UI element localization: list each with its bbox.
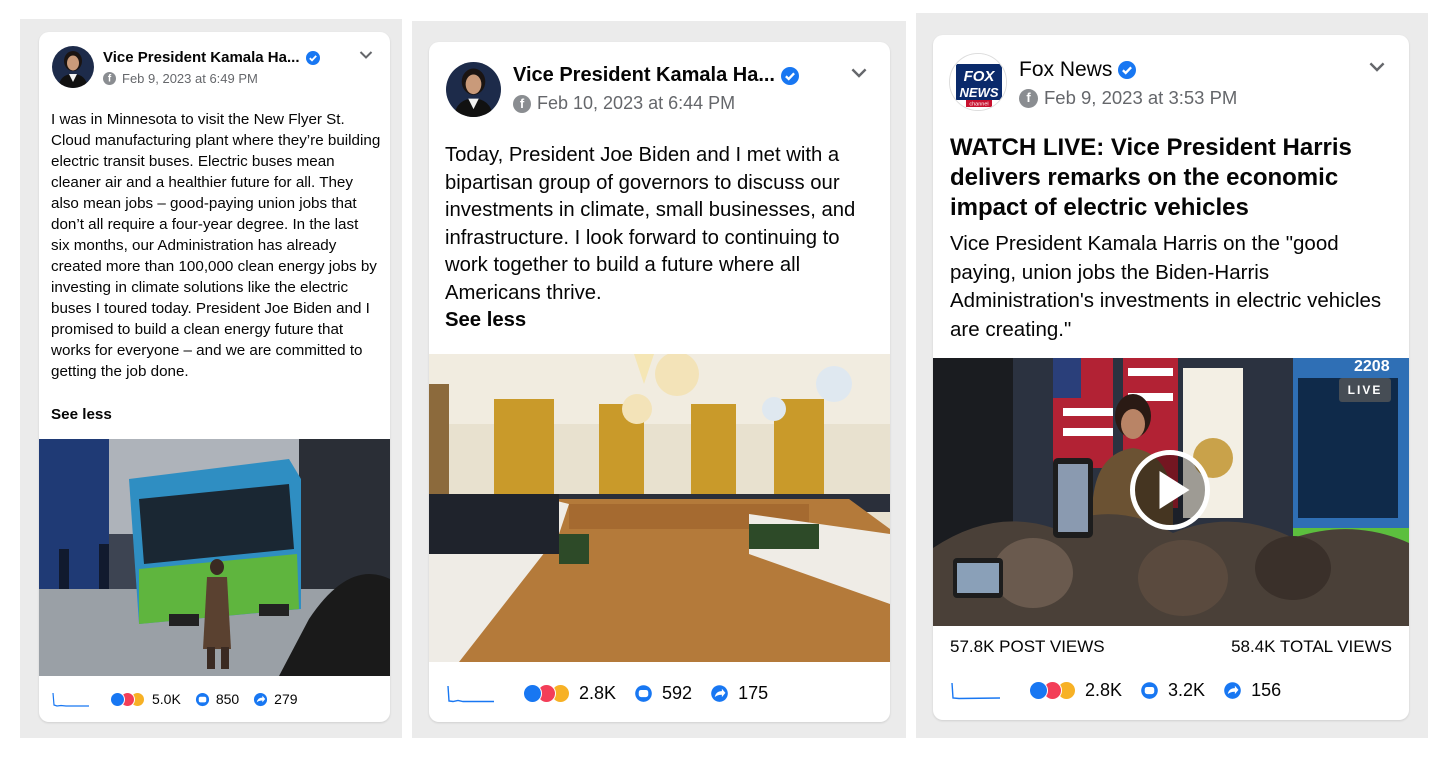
shares[interactable]: 156 bbox=[1223, 680, 1281, 701]
engagement-stats: 2.8K 592 175 bbox=[429, 681, 890, 705]
like-icon bbox=[110, 691, 125, 707]
shares-count[interactable]: 279 bbox=[274, 691, 297, 707]
see-less-link[interactable]: See less bbox=[445, 307, 526, 335]
logo-line2: NEWS bbox=[960, 85, 999, 100]
post-date[interactable]: Feb 9, 2023 at 6:49 PM bbox=[122, 71, 258, 86]
post-card-3: FOX NEWS channel Fox News f Feb 9, 2023 … bbox=[933, 35, 1409, 720]
live-badge: LIVE bbox=[1339, 378, 1391, 402]
comment-icon bbox=[1141, 681, 1158, 699]
chevron-down-icon[interactable] bbox=[1368, 61, 1386, 73]
shares-count[interactable]: 156 bbox=[1251, 680, 1281, 701]
author-name-text[interactable]: Vice President Kamala Ha... bbox=[103, 49, 300, 66]
author-name-text[interactable]: Vice President Kamala Ha... bbox=[513, 64, 775, 87]
bus-number: 2208 bbox=[1354, 358, 1390, 375]
engagement-stats: 2.8K 3.2K 156 bbox=[933, 678, 1409, 702]
reactions-count[interactable]: 2.8K bbox=[579, 683, 616, 704]
post-text: Today, President Joe Biden and I met wit… bbox=[445, 144, 856, 304]
comment-icon bbox=[195, 692, 209, 706]
shares-count[interactable]: 175 bbox=[738, 683, 768, 704]
post-meta: f Feb 9, 2023 at 3:53 PM bbox=[1019, 87, 1237, 109]
shares[interactable]: 175 bbox=[710, 683, 768, 704]
share-icon bbox=[254, 692, 268, 706]
post-photo-meeting-room[interactable] bbox=[429, 354, 890, 662]
comments-count[interactable]: 592 bbox=[662, 683, 692, 704]
views-sparkline[interactable] bbox=[951, 680, 1001, 700]
comments[interactable]: 592 bbox=[634, 683, 692, 704]
total-views: 58.4K TOTAL VIEWS bbox=[1231, 637, 1392, 656]
author-name[interactable]: Fox News bbox=[1019, 58, 1137, 82]
post-date[interactable]: Feb 10, 2023 at 6:44 PM bbox=[537, 93, 735, 114]
reactions-count[interactable]: 5.0K bbox=[152, 691, 181, 707]
verified-badge-icon bbox=[305, 50, 320, 65]
avatar[interactable] bbox=[446, 62, 501, 117]
shares[interactable]: 279 bbox=[253, 691, 298, 707]
chevron-down-icon[interactable] bbox=[359, 50, 373, 60]
comments-count[interactable]: 850 bbox=[216, 691, 239, 707]
author-name[interactable]: Vice President Kamala Ha... bbox=[103, 49, 320, 66]
logo-line3: channel bbox=[969, 102, 988, 108]
post-text: Vice President Kamala Harris on the "goo… bbox=[950, 232, 1382, 341]
author-name-text[interactable]: Fox News bbox=[1019, 58, 1112, 82]
facebook-icon: f bbox=[1019, 88, 1038, 108]
author-name[interactable]: Vice President Kamala Ha... bbox=[513, 64, 799, 87]
logo-line1: FOX bbox=[964, 68, 996, 85]
share-icon bbox=[711, 684, 728, 702]
reactions[interactable] bbox=[1029, 680, 1076, 700]
views-sparkline[interactable] bbox=[447, 683, 495, 703]
post-meta: f Feb 9, 2023 at 6:49 PM bbox=[103, 71, 258, 86]
like-icon bbox=[523, 683, 542, 703]
comments-count[interactable]: 3.2K bbox=[1168, 680, 1205, 701]
view-counts: 57.8K POST VIEWS 58.4K TOTAL VIEWS bbox=[933, 637, 1409, 657]
post-photo-electric-bus[interactable] bbox=[39, 439, 390, 676]
play-icon[interactable] bbox=[1130, 450, 1210, 530]
facebook-icon: f bbox=[513, 94, 531, 113]
like-icon bbox=[1029, 680, 1048, 700]
reactions[interactable] bbox=[523, 683, 570, 703]
post-headline[interactable]: WATCH LIVE: Vice President Harris delive… bbox=[950, 133, 1390, 223]
avatar[interactable] bbox=[52, 46, 94, 88]
facebook-icon: f bbox=[103, 72, 116, 85]
live-video-player[interactable]: 2208 LIVE bbox=[933, 358, 1409, 626]
verified-badge-icon bbox=[780, 66, 799, 85]
fox-news-logo[interactable]: FOX NEWS channel bbox=[949, 53, 1007, 111]
post-text: I was in Minnesota to visit the New Flye… bbox=[51, 111, 381, 380]
post-views: 57.8K POST VIEWS bbox=[950, 637, 1105, 656]
chevron-down-icon[interactable] bbox=[850, 67, 868, 79]
comment-icon bbox=[635, 684, 652, 702]
verified-badge-icon bbox=[1118, 61, 1137, 79]
comments[interactable]: 850 bbox=[195, 691, 239, 707]
share-icon bbox=[1224, 681, 1241, 699]
post-card-2: Vice President Kamala Ha... f Feb 10, 20… bbox=[429, 42, 890, 722]
reactions-count[interactable]: 2.8K bbox=[1085, 680, 1122, 701]
see-less-link[interactable]: See less bbox=[51, 404, 112, 425]
comments[interactable]: 3.2K bbox=[1140, 680, 1205, 701]
views-sparkline[interactable] bbox=[52, 691, 90, 707]
post-meta: f Feb 10, 2023 at 6:44 PM bbox=[513, 93, 735, 114]
engagement-stats: 5.0K 850 279 bbox=[39, 689, 390, 709]
reactions[interactable] bbox=[110, 691, 145, 707]
post-date[interactable]: Feb 9, 2023 at 3:53 PM bbox=[1044, 87, 1237, 109]
post-card-1: Vice President Kamala Ha... f Feb 9, 202… bbox=[39, 32, 390, 722]
